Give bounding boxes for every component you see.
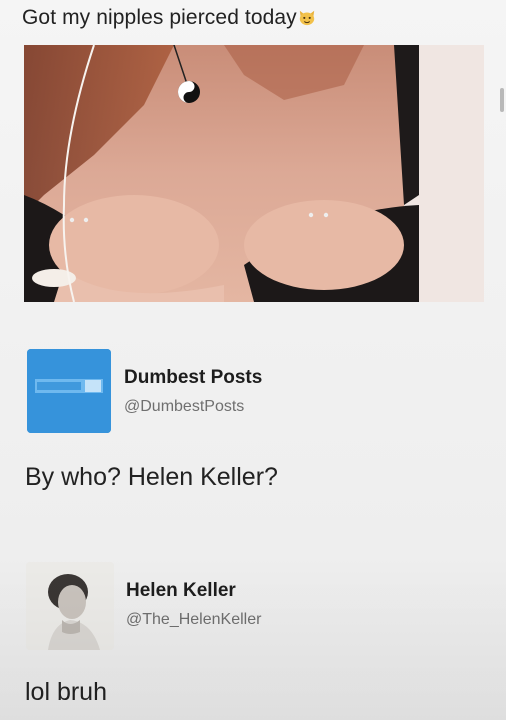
post-caption: Got my nipples pierced today: [22, 6, 316, 30]
reply-card-dumbest-posts: Dumbest Posts @DumbestPosts By who? Hele…: [0, 345, 506, 505]
post-photo[interactable]: [24, 45, 484, 302]
scrollbar-thumb[interactable]: [500, 88, 504, 112]
reply-text: By who? Helen Keller?: [25, 463, 278, 491]
avatar[interactable]: [26, 562, 114, 650]
screenshot-page: Got my nipples pierced today Dumbest Pos…: [0, 0, 506, 720]
display-name[interactable]: Helen Keller: [126, 580, 236, 602]
portrait-icon: [26, 562, 114, 650]
user-handle[interactable]: @DumbestPosts: [124, 398, 244, 416]
dumbest-posts-logo-icon: [27, 349, 111, 433]
post-caption-text: Got my nipples pierced today: [22, 6, 297, 29]
user-handle[interactable]: @The_HelenKeller: [126, 611, 261, 629]
cat-face-icon: [299, 10, 314, 26]
reply-card-helen-keller: Helen Keller @The_HelenKeller lol bruh: [0, 560, 506, 720]
avatar[interactable]: [27, 349, 111, 433]
photo-icon: [24, 45, 484, 302]
display-name[interactable]: Dumbest Posts: [124, 367, 262, 389]
reply-text: lol bruh: [25, 678, 107, 706]
